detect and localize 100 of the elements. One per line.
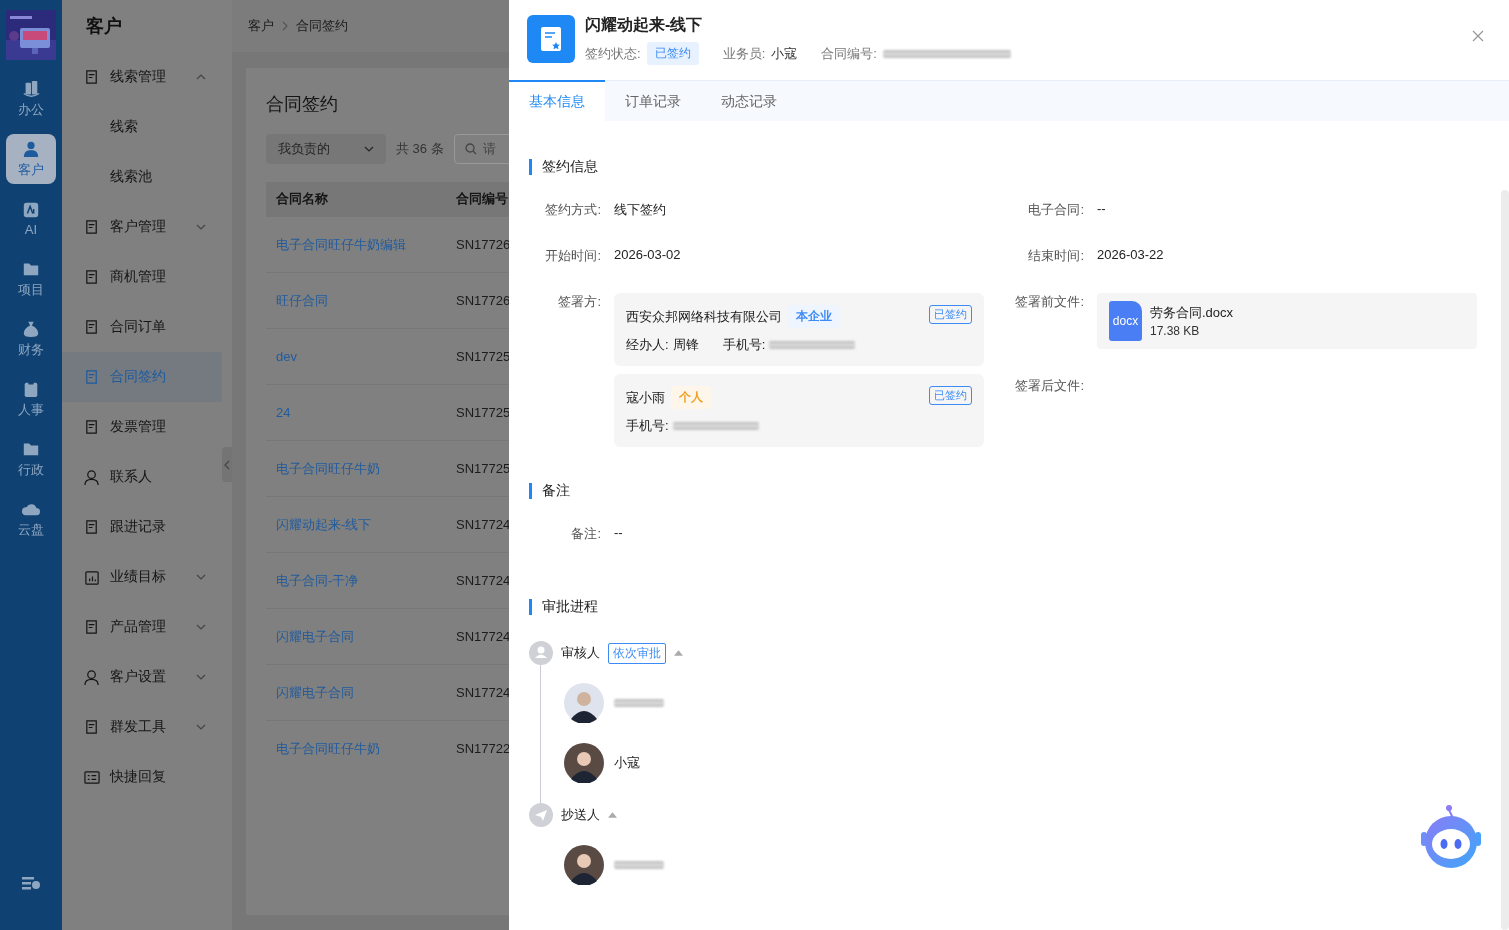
edit-document-icon — [84, 368, 100, 386]
column-header: 合同名称 — [266, 182, 446, 217]
chip-icon — [22, 201, 40, 219]
section-title: 签约信息 — [542, 158, 598, 176]
menu-item[interactable]: 商机管理 — [62, 252, 222, 302]
chart-icon — [84, 568, 100, 586]
field-value: 周锋 — [672, 336, 699, 354]
field-label: 签约状态: — [585, 44, 641, 63]
file-size: 17.38 KB — [1150, 324, 1201, 338]
signer-name: 寇小雨 — [626, 388, 665, 407]
contract-title: 闪耀动起来-线下 — [585, 15, 704, 35]
caret-icon[interactable] — [674, 650, 683, 656]
menu-item[interactable]: 快捷回复 — [62, 752, 222, 802]
menu-item[interactable]: 发票管理 — [62, 402, 222, 452]
field-value: 线下签约 — [614, 201, 666, 219]
menu-item[interactable]: 客户设置 — [62, 652, 222, 702]
field-value: 2026-03-02 — [614, 247, 681, 262]
avatar — [564, 845, 604, 885]
document-icon — [84, 68, 100, 86]
menu-item[interactable]: 线索池 — [62, 152, 222, 202]
money-bag-icon — [22, 319, 40, 338]
blurred-text — [614, 861, 664, 869]
signed-tag: 已签约 — [929, 305, 972, 324]
avatar — [564, 743, 604, 783]
search-icon — [464, 143, 477, 155]
nav-item[interactable]: 人事 — [6, 374, 56, 424]
nav-item[interactable]: 客户 — [6, 134, 56, 184]
person-name: 小寇 — [614, 754, 640, 772]
contract-icon — [527, 15, 575, 63]
approval-mode-tag: 依次审批 — [608, 642, 666, 664]
signer-name: 西安众邦网络科技有限公司 — [626, 307, 782, 326]
field-label: 手机号: — [722, 336, 766, 354]
field-label: 合同编号: — [821, 44, 877, 63]
field-value: -- — [1097, 201, 1106, 216]
person-icon — [84, 468, 100, 486]
menu-item[interactable]: 合同订单 — [62, 302, 222, 352]
menu-item[interactable]: 线索 — [62, 102, 222, 152]
field-label: 结束时间: — [1027, 247, 1084, 265]
tab[interactable]: 订单记录 — [605, 80, 701, 121]
menu-item[interactable]: 跟进记录 — [62, 502, 222, 552]
field-label: 签约方式: — [544, 201, 601, 219]
nav-item[interactable]: 云盘 — [6, 494, 56, 544]
menu-item[interactable]: 群发工具 — [62, 702, 222, 752]
field-value: 2026-03-22 — [1097, 247, 1164, 262]
blurred-text — [614, 699, 664, 707]
person-icon — [84, 668, 100, 686]
field-value: -- — [614, 525, 623, 540]
chevron-icon — [364, 146, 374, 152]
file-name: 劳务合同.docx — [1150, 304, 1234, 322]
checklist-icon — [84, 768, 100, 786]
field-label: 备注: — [570, 525, 601, 543]
field-label: 经办人: — [626, 336, 669, 354]
menu-item[interactable]: 线索管理 — [62, 52, 222, 102]
robot-icon[interactable] — [1419, 804, 1483, 870]
chevron-icon — [282, 21, 288, 31]
nav-item[interactable]: 财务 — [6, 314, 56, 364]
step-label: 审核人 — [561, 644, 600, 662]
document-icon — [84, 268, 100, 286]
filter-select[interactable]: 我负责的 — [266, 134, 386, 164]
breadcrumb-item[interactable]: 客户 — [248, 17, 274, 35]
menu-title: 客户 — [85, 15, 123, 38]
status-tag: 已签约 — [646, 42, 699, 65]
nav-item[interactable]: 办公 — [6, 74, 56, 124]
menu-item[interactable]: 联系人 — [62, 452, 222, 502]
section-title: 备注 — [542, 482, 570, 500]
nav-item[interactable]: AI — [6, 194, 56, 244]
signed-tag: 已签约 — [929, 386, 972, 405]
signer-type-tag: 本企业 — [788, 305, 840, 328]
field-label: 电子合同: — [1027, 201, 1084, 219]
menu-item[interactable]: 产品管理 — [62, 602, 222, 652]
breadcrumb-item[interactable]: 合同签约 — [296, 17, 348, 35]
record-count: 共 36 条 — [396, 140, 444, 158]
tab[interactable]: 动态记录 — [701, 80, 797, 121]
document-icon — [84, 318, 100, 336]
signer-type-tag: 个人 — [671, 386, 711, 409]
field-label: 业务员: — [722, 44, 766, 63]
page-title: 合同签约 — [266, 93, 339, 116]
field-label: 手机号: — [626, 417, 669, 435]
avatar — [564, 683, 604, 723]
person-icon — [22, 139, 40, 158]
field-label: 开始时间: — [544, 247, 601, 265]
menu-item[interactable]: 业绩目标 — [62, 552, 222, 602]
step-label: 抄送人 — [561, 806, 600, 824]
section-title: 审批进程 — [542, 598, 598, 616]
field-label: 签署后文件: — [1014, 377, 1084, 395]
document-icon — [84, 618, 100, 636]
settings-list-icon[interactable] — [22, 876, 40, 890]
caret-icon[interactable] — [608, 812, 617, 818]
close-button[interactable] — [1471, 30, 1485, 44]
field-label: 签署前文件: — [1014, 293, 1084, 311]
menu-item[interactable]: 客户管理 — [62, 202, 222, 252]
docx-file-icon: docx — [1109, 301, 1142, 341]
nav-item[interactable]: 项目 — [6, 254, 56, 304]
column-header: 合同编号 — [446, 182, 509, 217]
building-icon — [22, 79, 40, 98]
field-value: 小寇 — [771, 44, 798, 63]
collapse-handle[interactable] — [222, 447, 232, 482]
field-label: 签署方: — [557, 293, 601, 311]
tab[interactable]: 基本信息 — [509, 80, 605, 121]
nav-item[interactable]: 行政 — [6, 434, 56, 484]
